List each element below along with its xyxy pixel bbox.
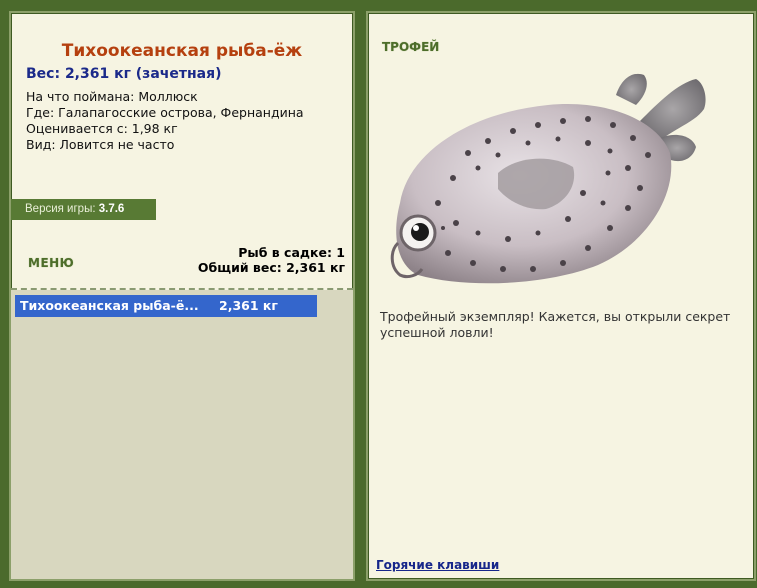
version-label: Версия игры: — [25, 203, 96, 215]
bait-line: На что поймана: Моллюск — [26, 89, 198, 104]
menu-button[interactable]: МЕНЮ — [28, 256, 74, 270]
porcupinefish-image — [390, 73, 706, 284]
fish-details: На что поймана: Моллюск Где: Галапагосск… — [26, 89, 304, 153]
location-line: Где: Галапагосские острова, Фернандина — [26, 105, 304, 120]
catch-list-item[interactable]: Тихоокеанская рыба-ё... 2,361 кг — [15, 295, 317, 317]
trophy-label: ТРОФЕЙ — [382, 40, 440, 54]
catch-item-weight: 2,361 кг — [219, 298, 278, 313]
trophy-message: Трофейный экземпляр! Кажется, вы открыли… — [380, 309, 731, 340]
rarity-line: Вид: Ловится не часто — [26, 137, 175, 152]
fish-count: Рыб в садке: 1 — [238, 245, 345, 260]
version-value: 3.7.6 — [98, 203, 125, 215]
catch-list: Тихоокеанская рыба-ё... 2,361 кг — [11, 290, 353, 579]
fish-name-title: Тихоокеанская рыба-ёж — [61, 41, 303, 61]
fish-info-panel: Тихоокеанская рыба-ёж Вес: 2,361 кг (зач… — [9, 11, 355, 581]
version-bar: Версия игры: 3.7.6 — [11, 199, 156, 220]
catch-stats: Рыб в садке: 1 Общий вес: 2,361 кг — [198, 245, 345, 275]
hotkeys-link[interactable]: Горячие клавиши — [376, 558, 499, 572]
fish-weight: Вес: 2,361 кг (зачетная) — [26, 66, 222, 82]
trophy-panel: ТРОФЕЙ Трофейный экземпляр! Кажется, вы … — [366, 11, 756, 581]
total-weight: Общий вес: 2,361 кг — [197, 260, 345, 275]
catch-item-name: Тихоокеанская рыба-ё... — [20, 298, 199, 313]
min-weight-line: Оценивается с: 1,98 кг — [26, 121, 178, 136]
